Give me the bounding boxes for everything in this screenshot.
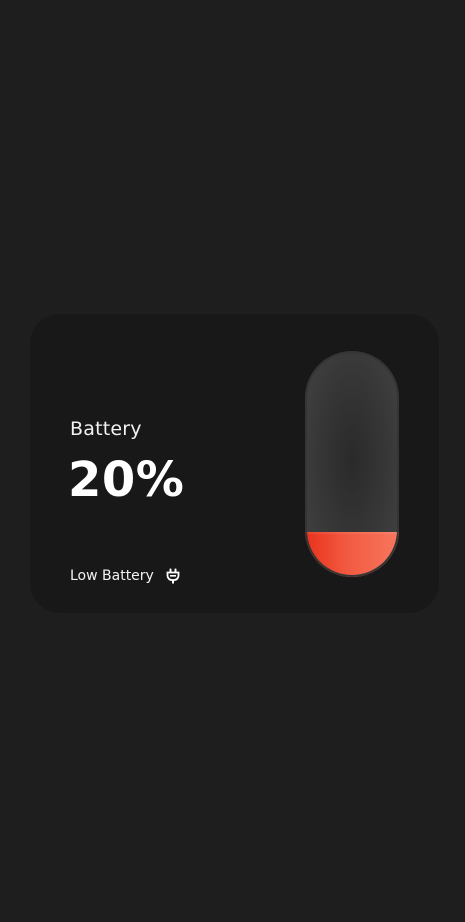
battery-percentage: 20% [68,452,185,508]
battery-status: Low Battery [70,566,180,586]
battery-level-fill [305,531,399,577]
battery-card: Battery 20% Low Battery [30,314,439,613]
battery-status-text: Low Battery [70,568,154,584]
battery-label: Battery [70,418,142,440]
plug-icon [166,568,180,584]
battery-level-indicator [305,351,399,577]
